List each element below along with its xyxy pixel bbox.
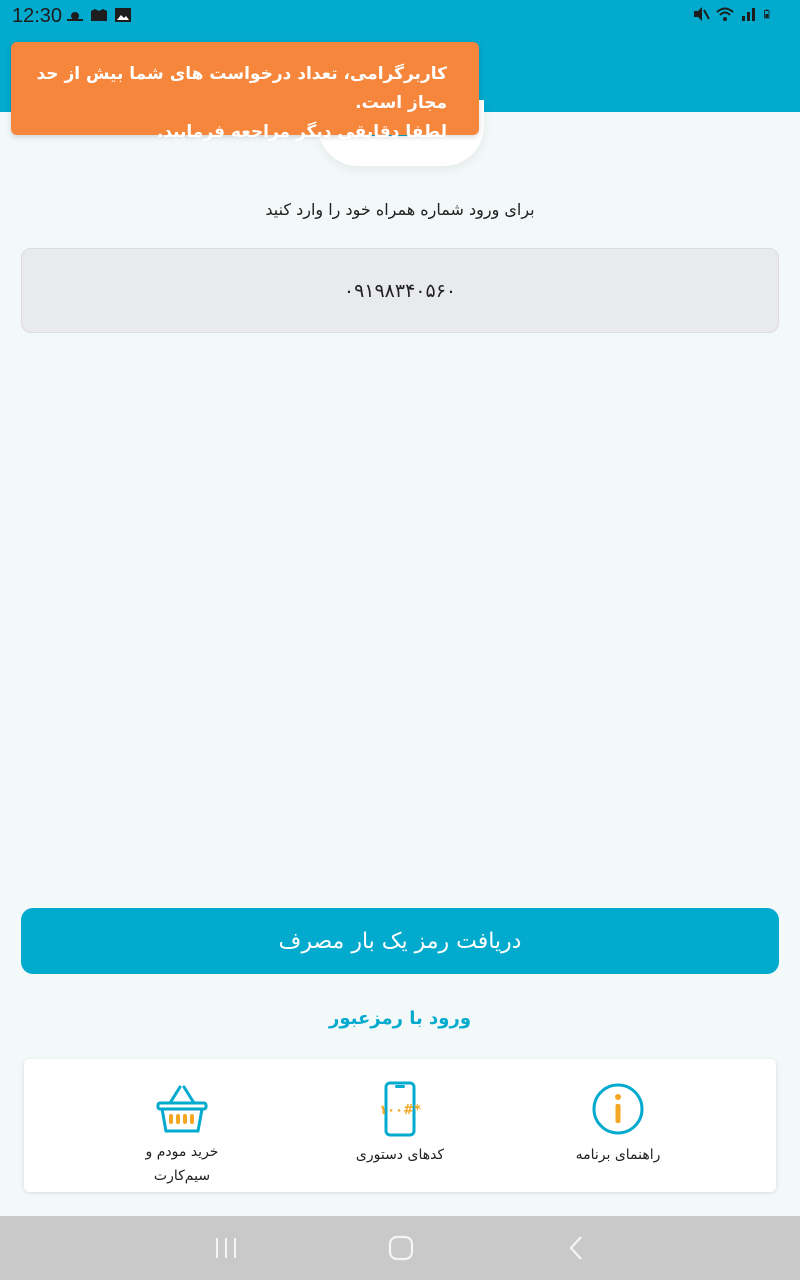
- quick-actions-card: راهنمای برنامه *۱۰۰# کدهای دستوری خرید م…: [24, 1059, 776, 1192]
- home-icon: [388, 1235, 414, 1261]
- toast-line-2: لطفا دقایقی دیگر مراجعه فرمایید.: [156, 122, 447, 142]
- login-prompt: برای ورود شماره همراه خود را وارد کنید: [265, 200, 535, 219]
- recent-apps-icon: [216, 1238, 236, 1258]
- phone-code-icon: *۱۰۰#: [379, 1081, 421, 1137]
- back-icon: [569, 1236, 582, 1260]
- status-icons-left: [66, 7, 132, 23]
- recent-apps-button[interactable]: [206, 1232, 246, 1264]
- battery-icon: [764, 9, 770, 19]
- toast-line-1: کاربرگرامی، تعداد درخواست های شما بیش از…: [36, 64, 447, 113]
- gallery-icon: [115, 8, 131, 22]
- help-item[interactable]: راهنمای برنامه: [528, 1059, 708, 1192]
- status-bar: 12:30: [0, 0, 800, 32]
- info-icon: [592, 1083, 644, 1135]
- ussd-icon-text: *۱۰۰#: [379, 1103, 421, 1118]
- navigation-bar: [0, 1216, 800, 1280]
- get-otp-button[interactable]: دریافت رمز یک بار مصرف: [21, 908, 779, 974]
- phone-number-input[interactable]: ۰۹۱۹۸۳۴۰۵۶۰: [21, 248, 779, 333]
- home-button[interactable]: [381, 1232, 421, 1264]
- buy-modem-label-line1: خرید مودم و: [145, 1144, 219, 1160]
- weather-icon: [67, 12, 83, 21]
- notification-icon: [91, 9, 107, 21]
- wifi-icon: [716, 7, 734, 21]
- ussd-codes-label: کدهای دستوری: [355, 1147, 445, 1163]
- help-label: راهنمای برنامه: [575, 1147, 661, 1163]
- buy-modem-sim-item[interactable]: خرید مودم و سیم‌کارت: [92, 1059, 272, 1192]
- mute-icon: [694, 7, 710, 21]
- status-time: 12:30: [12, 5, 63, 27]
- ussd-codes-item[interactable]: *۱۰۰# کدهای دستوری: [310, 1059, 490, 1192]
- status-icons-right: [692, 6, 774, 22]
- login-with-password-link[interactable]: ورود با رمزعبور: [0, 1008, 800, 1029]
- buy-modem-label-line2: سیم‌کارت: [153, 1168, 211, 1184]
- back-button[interactable]: [556, 1232, 596, 1264]
- rate-limit-toast: کاربرگرامی، تعداد درخواست های شما بیش از…: [11, 42, 479, 142]
- basket-icon: [156, 1085, 208, 1133]
- signal-icon: [742, 8, 755, 21]
